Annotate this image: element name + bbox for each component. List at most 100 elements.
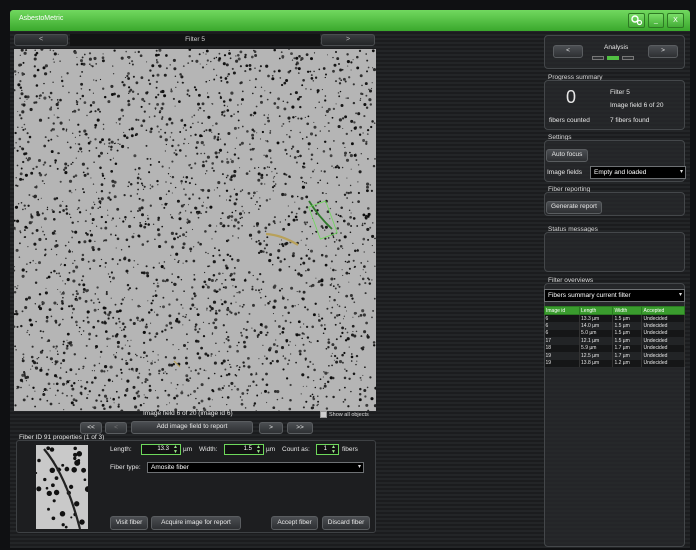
cell-length: 13.3 µm	[579, 314, 614, 322]
show-all-objects[interactable]: Show all objects	[320, 411, 369, 418]
accept-fiber-button[interactable]: Accept fiber	[271, 516, 318, 530]
next-filter-button[interactable]: >	[321, 34, 375, 46]
image-fields-select[interactable]: Empty and loaded ▾	[590, 166, 686, 179]
last-field-button[interactable]: >>	[287, 422, 313, 434]
fiber-type-label: Fiber type:	[110, 464, 141, 471]
column-header[interactable]: Width	[612, 306, 643, 315]
add-image-field-button[interactable]: Add image field to report	[131, 421, 253, 434]
cell-accepted: Undecided	[641, 352, 685, 360]
table-row[interactable]: 18 5.9 µm 1.7 µm Undecided	[544, 344, 685, 352]
title-bar: AsbestoMetric _ X	[10, 10, 690, 31]
step-indicator	[622, 56, 634, 60]
analysis-label: Analysis	[604, 44, 629, 51]
filter-label: Filter 5	[70, 34, 320, 46]
step-indicator	[592, 56, 604, 60]
progress-field: Image field 6 of 20	[610, 102, 664, 109]
cell-image-id: 17	[544, 337, 581, 345]
fiber-thumbnail	[36, 445, 88, 529]
minimize-button[interactable]: _	[648, 13, 664, 28]
auto-focus-button[interactable]: Auto focus	[546, 149, 588, 162]
cell-width: 1.5 µm	[612, 337, 643, 345]
column-header[interactable]: Accepted	[641, 306, 685, 315]
step-indicator-active	[607, 56, 619, 60]
cell-length: 13.8 µm	[579, 359, 614, 367]
settings-icon[interactable]	[628, 13, 645, 28]
cell-accepted: Undecided	[641, 337, 685, 345]
discard-fiber-button[interactable]: Discard fiber	[322, 516, 370, 530]
cell-accepted: Undecided	[641, 322, 685, 330]
status-messages-panel	[544, 232, 685, 272]
column-header[interactable]: Length	[579, 306, 614, 315]
dropdown-arrow-icon: ▾	[678, 292, 682, 298]
table-row[interactable]: 6 14.0 µm 1.5 µm Undecided	[544, 322, 685, 330]
column-header[interactable]: Image id	[543, 306, 581, 315]
width-value: 1.5	[243, 446, 252, 452]
fibers-counted-label: fibers counted	[549, 117, 590, 124]
fiber-type-select[interactable]: Amosite fiber ▾	[147, 462, 364, 473]
cell-accepted: Undecided	[641, 314, 685, 322]
table-row[interactable]: 19 12.5 µm 1.7 µm Undecided	[544, 352, 685, 360]
cell-length: 5.9 µm	[579, 344, 614, 352]
length-unit: µm	[183, 446, 193, 453]
cell-length: 5.0 µm	[579, 329, 614, 337]
cell-image-id: 6	[544, 329, 581, 337]
count-unit: fibers	[342, 446, 358, 453]
cell-image-id: 19	[544, 352, 581, 360]
spin-arrows-icon[interactable]: ▲ ▼	[256, 445, 261, 455]
first-field-button[interactable]: <<	[80, 422, 102, 434]
overview-select[interactable]: Fibers summary current filter ▾	[544, 289, 685, 302]
cell-width: 1.5 µm	[612, 322, 643, 330]
image-field-canvas[interactable]	[14, 49, 376, 411]
close-button[interactable]: X	[667, 13, 684, 28]
image-fields-label: Image fields	[547, 169, 583, 176]
fibers-found: 7 fibers found	[610, 117, 650, 124]
table-row[interactable]: 6 5.0 µm 1.5 µm Undecided	[544, 329, 685, 337]
cell-image-id: 6	[544, 314, 581, 322]
width-unit: µm	[266, 446, 276, 453]
image-field-label: Image field 6 of 20 (image id 6)	[143, 410, 233, 417]
width-label: Width:	[199, 446, 218, 453]
microscope-image[interactable]	[14, 49, 376, 411]
count-label: Count as:	[282, 446, 310, 453]
prev-filter-button[interactable]: <	[14, 34, 68, 46]
count-value: 1	[323, 446, 327, 452]
width-input[interactable]: 1.5 ▲ ▼	[224, 444, 264, 455]
cell-width: 1.7 µm	[612, 352, 643, 360]
cell-image-id: 18	[544, 344, 581, 352]
analysis-next-button[interactable]: >	[648, 45, 678, 58]
fiber-type-value: Amosite fiber	[151, 464, 189, 471]
cell-image-id: 19	[544, 359, 581, 367]
cell-width: 1.5 µm	[612, 314, 643, 322]
fibers-table: Image id Length Width Accepted 6 13.3 µm 1…	[543, 306, 685, 367]
spin-arrows-icon[interactable]: ▲ ▼	[173, 445, 178, 455]
fibers-counted-value: 0	[566, 87, 577, 107]
show-all-checkbox[interactable]	[320, 411, 327, 418]
table-row[interactable]: 6 13.3 µm 1.5 µm Undecided	[544, 314, 685, 322]
length-label: Length:	[110, 446, 132, 453]
next-field-button[interactable]: >	[259, 422, 283, 434]
app-title: AsbestoMetric	[19, 15, 64, 22]
count-input[interactable]: 1 ▲ ▼	[316, 444, 339, 455]
cell-length: 12.1 µm	[579, 337, 614, 345]
analysis-prev-button[interactable]: <	[553, 45, 583, 58]
cell-image-id: 6	[544, 322, 581, 330]
cell-accepted: Undecided	[641, 359, 685, 367]
generate-report-button[interactable]: Generate report	[546, 201, 602, 214]
acquire-image-button[interactable]: Acquire image for report	[151, 516, 241, 530]
cell-length: 14.0 µm	[579, 322, 614, 330]
spin-arrows-icon[interactable]: ▲ ▼	[331, 445, 336, 455]
visit-fiber-button[interactable]: Visit fiber	[110, 516, 148, 530]
dropdown-arrow-icon: ▾	[357, 464, 361, 470]
cell-width: 1.5 µm	[612, 329, 643, 337]
cell-accepted: Undecided	[641, 344, 685, 352]
table-row[interactable]: 19 13.8 µm 1.2 µm Undecided	[544, 359, 685, 367]
table-row[interactable]: 17 12.1 µm 1.5 µm Undecided	[544, 337, 685, 345]
prev-field-button[interactable]: <	[105, 422, 127, 434]
length-value: 13.3	[157, 446, 169, 452]
cell-length: 12.5 µm	[579, 352, 614, 360]
length-input[interactable]: 13.3 ▲ ▼	[141, 444, 181, 455]
progress-filter: Filter 5	[610, 89, 630, 96]
show-all-label: Show all objects	[329, 411, 369, 418]
dropdown-arrow-icon: ▾	[679, 169, 683, 175]
image-fields-value: Empty and loaded	[594, 169, 647, 176]
